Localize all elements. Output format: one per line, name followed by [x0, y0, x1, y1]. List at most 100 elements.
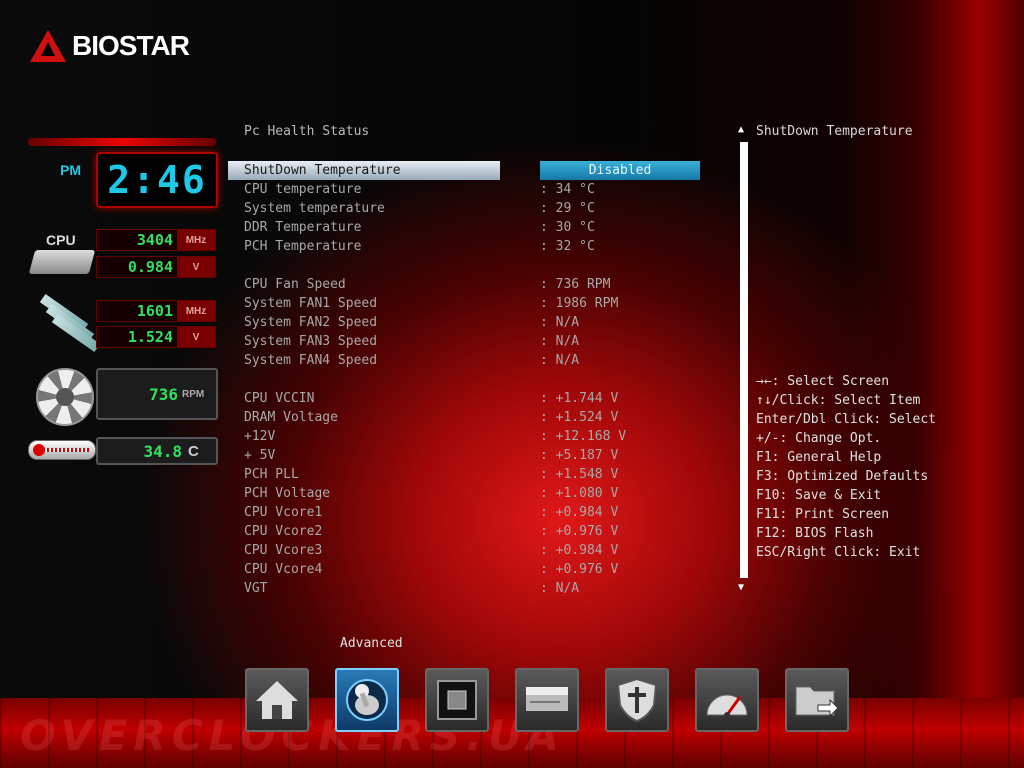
mem-volt-unit: V	[177, 327, 215, 347]
settings-row-value: : +0.976 V	[540, 524, 619, 539]
bottom-nav	[245, 668, 849, 732]
settings-row-label: ShutDown Temperature	[228, 161, 500, 180]
settings-row-value: : +0.984 V	[540, 543, 619, 558]
settings-row: DRAM Voltage : +1.524 V	[244, 408, 704, 427]
settings-row-label: CPU Vcore4	[244, 562, 323, 577]
settings-row-label: System FAN2 Speed	[244, 315, 378, 330]
settings-row-label: DRAM Voltage	[244, 410, 338, 425]
settings-row-value: : +1.080 V	[540, 486, 619, 501]
brand-name: BIOSTAR	[72, 30, 190, 61]
settings-row-value: : +1.744 V	[540, 391, 619, 406]
settings-row-value: : +0.976 V	[540, 562, 619, 577]
help-title: ShutDown Temperature	[756, 124, 913, 139]
settings-row: CPU Vcore1: +0.984 V	[244, 503, 704, 522]
boot-drive-icon	[526, 687, 568, 711]
cpu-volt-value: 0.984	[127, 258, 173, 276]
settings-row: System FAN4 Speed: N/A	[244, 351, 704, 370]
settings-row: CPU Vcore4 : +0.976 V	[244, 560, 704, 579]
clock-ampm: PM	[60, 162, 81, 178]
settings-row: CPU Vcore3: +0.984 V	[244, 541, 704, 560]
joystick-icon	[346, 679, 388, 721]
shutdown-temp-select[interactable]: Disabled	[540, 161, 700, 180]
settings-row-value: : 29 °C	[540, 201, 595, 216]
mem-freq-value: 1601	[136, 302, 173, 320]
key-help-item: +/-: Change Opt.	[756, 431, 882, 446]
nav-exit-button[interactable]	[785, 668, 849, 732]
nav-security-button[interactable]	[605, 668, 669, 732]
settings-row: System FAN2 Speed : N/A	[244, 313, 704, 332]
settings-row: +12V: +12.168 V	[244, 427, 704, 446]
fan-icon	[36, 368, 94, 426]
settings-row: System FAN3 Speed : N/A	[244, 332, 704, 351]
settings-row-value: : N/A	[540, 315, 580, 330]
page-title: Pc Health Status	[244, 124, 370, 139]
settings-row-value: : 30 °C	[540, 220, 595, 235]
mem-volt-display: 1.524 V	[96, 326, 216, 348]
settings-row-value: : +5.187 V	[540, 448, 619, 463]
settings-row-label: PCH PLL	[244, 467, 299, 482]
help-scrollbar[interactable]	[740, 142, 748, 578]
exit-folder-icon	[795, 686, 839, 718]
nav-oc-button[interactable]	[695, 668, 759, 732]
nav-boot-button[interactable]	[515, 668, 579, 732]
nav-main-button[interactable]	[245, 668, 309, 732]
scroll-down-arrow-icon[interactable]: ▼	[738, 582, 744, 593]
scroll-up-arrow-icon[interactable]: ▲	[738, 124, 744, 135]
settings-row-label: CPU Vcore2	[244, 524, 323, 539]
thermometer-icon	[28, 440, 96, 460]
settings-row: CPU VCCIN : +1.744 V	[244, 389, 704, 408]
settings-row-value: : +1.524 V	[540, 410, 619, 425]
cpu-label: CPU	[46, 232, 76, 248]
mem-volt-value: 1.524	[127, 328, 173, 346]
settings-row-label: PCH Temperature	[244, 239, 362, 254]
cpu-volt-display: 0.984 V	[96, 256, 216, 278]
settings-row-label: VGT	[244, 581, 268, 596]
settings-row-value: : 32 °C	[540, 239, 595, 254]
settings-row: PCH Voltage: +1.080 V	[244, 484, 704, 503]
settings-row-value: : N/A	[540, 334, 580, 349]
key-help-item: Enter/Dbl Click: Select	[756, 412, 937, 427]
settings-row-label: CPU Fan Speed	[244, 277, 346, 292]
settings-row-value: : N/A	[540, 581, 580, 596]
cpu-freq-display: 3404 MHz	[96, 229, 216, 251]
settings-row-label: System FAN3 Speed	[244, 334, 378, 349]
settings-row-value: : 736 RPM	[540, 277, 611, 292]
nav-advanced-button[interactable]	[335, 668, 399, 732]
settings-row: System FAN1 Speed: 1986 RPM	[244, 294, 704, 313]
settings-row-label: CPU VCCIN	[244, 391, 315, 406]
temp-unit: C	[188, 442, 199, 460]
temp-value: 34.8	[143, 441, 182, 461]
key-help-item: F11: Print Screen	[756, 507, 890, 522]
key-help-item: F10: Save & Exit	[756, 488, 882, 503]
settings-row-label: CPU Vcore1	[244, 505, 323, 520]
key-help-item: →←: Select Screen	[756, 374, 890, 389]
settings-row: CPU temperature : 34 °C	[244, 180, 704, 199]
settings-row-value: : 34 °C	[540, 182, 595, 197]
settings-row-label: System FAN4 Speed	[244, 353, 378, 368]
settings-row: PCH Temperature : 32 °C	[244, 237, 704, 256]
clock-display: 2:46	[96, 152, 218, 208]
settings-row: DDR Temperature: 30 °C	[244, 218, 704, 237]
home-icon	[256, 681, 298, 719]
settings-row[interactable]: ShutDown Temperature Disabled	[228, 161, 704, 180]
speedometer-icon	[706, 694, 748, 718]
brand-logo: BIOSTAR	[30, 30, 190, 62]
brand-triangle-icon	[30, 30, 66, 62]
mem-freq-unit: MHz	[177, 301, 215, 321]
key-help-item: F1: General Help	[756, 450, 882, 465]
settings-row-label: CPU temperature	[244, 182, 362, 197]
active-nav-label: Advanced	[340, 636, 403, 651]
key-help-item: F3: Optimized Defaults	[756, 469, 929, 484]
cpu-freq-unit: MHz	[177, 230, 215, 250]
fan-rpm-display: 736 RPM	[96, 368, 218, 420]
nav-chipset-button[interactable]	[425, 668, 489, 732]
cpu-volt-unit: V	[177, 257, 215, 277]
settings-row-label: +12V	[244, 429, 276, 444]
settings-row-label: System temperature	[244, 201, 385, 216]
settings-row-label: System FAN1 Speed	[244, 296, 378, 311]
chipset-icon	[437, 680, 477, 720]
settings-row-label: + 5V	[244, 448, 276, 463]
settings-row: VGT : N/A	[244, 579, 704, 598]
key-help-item: ESC/Right Click: Exit	[756, 545, 921, 560]
settings-row: System temperature : 29 °C	[244, 199, 704, 218]
